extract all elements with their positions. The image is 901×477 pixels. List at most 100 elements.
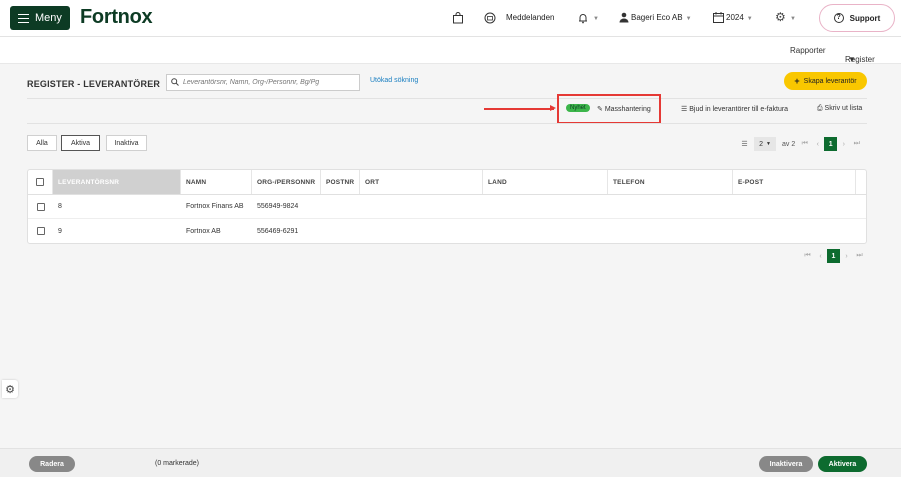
col-options [856,170,866,194]
messages-link[interactable]: Meddelanden [506,13,554,22]
top-bar: Meny Fortnox Meddelanden ▼ Bageri Eco AB… [0,0,901,37]
annotation-arrow [484,105,556,111]
pagination-top: ☰ 2 ▼ av 2 ⏮ ‹ 1 › ⏭ [738,137,863,151]
supplier-table: LEVERANTÖRSNR NAMN ORG-/PERSONNR POSTNR … [27,169,867,244]
table-row[interactable]: 8 Fortnox Finans AB 556949-9824 [28,195,866,219]
invite-label: Bjud in leverantörer till e-faktura [689,106,789,113]
last-page-icon[interactable]: ⏭ [853,249,866,263]
filter-inactive[interactable]: Inaktiva [106,135,147,151]
mass-edit-link[interactable]: ✎ Masshantering [597,105,651,113]
settings-caret[interactable]: ▼ [787,13,796,22]
question-icon: ? [833,13,844,23]
chevron-down-icon: ▼ [765,141,771,147]
deactivate-button[interactable]: Inaktivera [759,456,813,472]
menu-label: Meny [35,12,62,24]
row-checkbox[interactable] [36,227,45,235]
page-count-label: av 2 [782,140,796,148]
page-size-value: 2 [759,140,763,148]
print-list-link[interactable]: ⎙ Skriv ut lista [817,105,862,113]
prev-page-icon[interactable]: ‹ [814,249,827,263]
create-supplier-label: Skapa leverantör [803,77,857,85]
col-org-nr[interactable]: ORG-/PERSONNR [252,170,321,194]
first-page-icon[interactable]: ⏮ [798,137,811,151]
col-postal-code[interactable]: POSTNR [321,170,360,194]
search-input[interactable] [183,79,353,86]
support-label: Support [849,13,881,23]
next-page-icon[interactable]: › [840,249,853,263]
menu-button[interactable]: Meny [10,6,70,30]
print-label: Skriv ut lista [824,105,863,112]
filter-all[interactable]: Alla [27,135,57,151]
company-selector[interactable]: Bageri Eco AB ▼ [631,13,692,22]
bell-caret[interactable]: ▼ [590,13,599,22]
page-title: REGISTER - LEVERANTÖRER [27,79,161,89]
last-page-icon[interactable]: ⏭ [850,137,863,151]
year-label: 2024 [726,13,744,22]
col-phone[interactable]: TELEFON [608,170,733,194]
messages-icon[interactable] [484,12,496,27]
select-all-cell [28,170,53,194]
reports-link[interactable]: Rapporter [790,46,826,55]
current-page[interactable]: 1 [824,137,838,151]
page-size-select[interactable]: 2 ▼ [754,137,776,151]
search-box[interactable] [166,74,360,91]
cell-org-nr: 556949-9824 [257,203,299,210]
row-checkbox[interactable] [36,202,45,211]
year-selector[interactable]: 2024 ▼ [726,13,753,22]
cell-supplier-nr: 8 [58,203,62,210]
plus-icon: + [794,76,800,86]
pagination-bottom: ⏮ ‹ 1 › ⏭ [801,249,866,263]
hamburger-icon [18,13,29,23]
activate-button[interactable]: Aktivera [818,456,867,472]
chevron-down-icon: ▼ [848,55,856,64]
support-button[interactable]: ? Support [819,4,895,32]
cell-supplier-nr: 9 [58,227,62,235]
select-all-checkbox[interactable] [36,178,44,186]
invite-e-invoice-link[interactable]: ☰ Bjud in leverantörer till e-faktura [681,105,788,113]
footer-bar: Radera (0 markerade) Inaktivera Aktivera [0,448,901,477]
mass-edit-label: Masshantering [604,106,651,113]
table-row[interactable]: 9 Fortnox AB 556469-6291 [28,219,866,243]
cell-name: Fortnox Finans AB [186,203,244,210]
chevron-down-icon: ▼ [593,16,599,22]
col-city[interactable]: ORT [360,170,483,194]
cell-org-nr: 556469-6291 [257,227,299,235]
table-header: LEVERANTÖRSNR NAMN ORG-/PERSONNR POSTNR … [28,170,866,195]
row-select-cell [28,195,53,218]
create-supplier-button[interactable]: + Skapa leverantör [784,72,867,90]
col-email[interactable]: E-POST [733,170,856,194]
delete-button[interactable]: Radera [29,456,75,472]
search-icon [171,77,179,88]
divider [27,123,867,124]
next-page-icon[interactable]: › [837,137,850,151]
pencil-icon: ✎ [597,106,605,113]
bell-icon[interactable] [577,12,589,27]
sub-navigation: Rapporter Register ▼ [0,37,901,64]
new-badge: Nyhet [566,104,590,112]
shopping-bag-icon[interactable] [452,12,464,27]
col-supplier-nr[interactable]: LEVERANTÖRSNR [53,170,181,194]
calendar-icon [713,12,724,26]
settings-gear-icon[interactable]: ⚙ [775,10,786,24]
list-icon: ☰ [681,106,690,113]
divider [27,98,867,99]
col-name[interactable]: NAMN [181,170,252,194]
printer-icon: ⎙ [817,105,825,112]
cell-name: Fortnox AB [186,227,221,235]
row-select-cell [28,219,53,243]
chevron-down-icon: ▼ [685,16,692,22]
marked-count: (0 markerade) [155,460,199,467]
rows-per-page-icon[interactable]: ☰ [738,137,751,151]
user-icon [619,12,629,26]
advanced-search-link[interactable]: Utökad sökning [370,77,418,84]
fortnox-logo[interactable]: Fortnox [80,6,153,29]
col-country[interactable]: LAND [483,170,608,194]
page-settings-gear-icon[interactable]: ⚙ [2,380,18,398]
chevron-down-icon: ▼ [790,16,796,22]
filter-active[interactable]: Aktiva [61,135,100,151]
prev-page-icon[interactable]: ‹ [811,137,824,151]
chevron-down-icon: ▼ [746,16,753,22]
company-label: Bageri Eco AB [631,13,683,22]
current-page[interactable]: 1 [827,249,840,263]
first-page-icon[interactable]: ⏮ [801,249,814,263]
